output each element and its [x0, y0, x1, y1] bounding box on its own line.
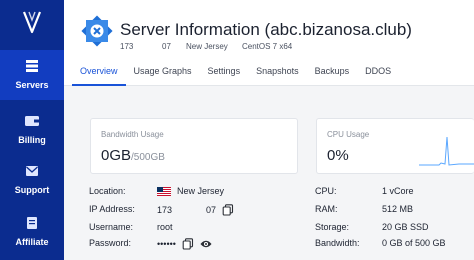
affiliate-icon [21, 214, 43, 232]
cpu-sparkline [419, 136, 474, 166]
bandwidth-card: Bandwidth Usage 0GB/500GB [90, 118, 298, 174]
location-value: New Jersey [157, 186, 224, 196]
info-row-storage: Storage: 20 GB SSD [315, 222, 474, 236]
storage-value: 20 GB SSD [382, 222, 429, 232]
bandwidth-card-value: 0GB/500GB [101, 147, 165, 164]
password-label: Password: [89, 238, 132, 248]
cpu-card-label: CPU Usage [327, 130, 370, 139]
cpu-value: 1 vCore [382, 186, 414, 196]
sidebar: Servers Billing Support Affiliate [0, 0, 64, 260]
us-flag-icon [157, 186, 171, 196]
ip-value: 173 07 [157, 204, 234, 216]
storage-label: Storage: [315, 222, 350, 232]
tab-ddos[interactable]: DDOS [357, 60, 399, 86]
eye-icon[interactable] [200, 238, 212, 250]
sidebar-item-label: Servers [15, 80, 49, 90]
ram-value: 512 MB [382, 204, 414, 214]
bandwidth-card-label: Bandwidth Usage [101, 130, 164, 139]
info-row-bandwidth: Bandwidth: 0 GB of 500 GB [315, 238, 474, 252]
tab-snapshots[interactable]: Snapshots [248, 60, 307, 86]
ip-part: 173 [157, 205, 173, 215]
cpu-card: CPU Usage 0% [316, 118, 474, 174]
header-os: CentOS 7 x64 [242, 42, 293, 51]
wallet-icon [21, 112, 43, 130]
sidebar-item-label: Support [14, 185, 50, 195]
location-label: Location: [89, 186, 126, 196]
ip-label: IP Address: [89, 204, 135, 214]
password-masked: •••••• [157, 239, 176, 249]
info-row-cpu: CPU: 1 vCore [315, 186, 474, 200]
location-text: New Jersey [177, 186, 225, 196]
sidebar-item-servers[interactable]: Servers [0, 50, 64, 100]
cpu-card-value: 0% [327, 147, 349, 164]
tab-settings[interactable]: Settings [200, 60, 249, 86]
server-info-right: CPU: 1 vCore RAM: 512 MB Storage: 20 GB … [315, 186, 474, 260]
page-title: Server Information (abc.bizanosa.club) [120, 20, 412, 39]
bandwidth-total: /500GB [131, 152, 165, 163]
cpu-label: CPU: [315, 186, 337, 196]
copy-icon[interactable] [222, 204, 234, 216]
ip-part: 07 [206, 205, 217, 215]
servers-icon [21, 57, 43, 75]
header-ip-part: 07 [162, 42, 171, 51]
server-info-left: Location: New Jersey IP Address: 173 07 [89, 186, 289, 260]
username-value: root [157, 222, 173, 232]
sidebar-item-billing[interactable]: Billing [0, 108, 64, 152]
sidebar-item-label: Billing [18, 135, 46, 145]
server-location-icon [80, 14, 114, 48]
info-row-password: Password: •••••• [89, 238, 289, 252]
ram-label: RAM: [315, 204, 338, 214]
bandwidth-label: Bandwidth: [315, 238, 360, 248]
bandwidth-used: 0GB [101, 147, 132, 164]
header-ip-part: 173 [120, 42, 134, 51]
sidebar-item-support[interactable]: Support [0, 158, 64, 202]
sidebar-item-label: Affiliate [15, 237, 49, 247]
password-value: •••••• [157, 238, 212, 250]
tab-backups[interactable]: Backups [307, 60, 358, 86]
mail-icon [21, 162, 43, 180]
info-row-ip: IP Address: 173 07 [89, 204, 289, 218]
info-row-location: Location: New Jersey [89, 186, 289, 200]
copy-icon[interactable] [182, 238, 194, 250]
tab-usage-graphs[interactable]: Usage Graphs [126, 60, 200, 86]
tab-bar: Overview Usage Graphs Settings Snapshots… [72, 60, 399, 86]
info-row-username: Username: root [89, 222, 289, 236]
bandwidth-value: 0 GB of 500 GB [382, 238, 446, 248]
tab-overview[interactable]: Overview [72, 60, 126, 86]
server-header: Server Information (abc.bizanosa.club) 1… [64, 0, 474, 86]
header-location: New Jersey [186, 42, 228, 51]
sidebar-item-affiliate[interactable]: Affiliate [0, 210, 64, 254]
username-label: Username: [89, 222, 134, 232]
vultr-logo[interactable] [0, 0, 64, 44]
info-row-ram: RAM: 512 MB [315, 204, 474, 218]
